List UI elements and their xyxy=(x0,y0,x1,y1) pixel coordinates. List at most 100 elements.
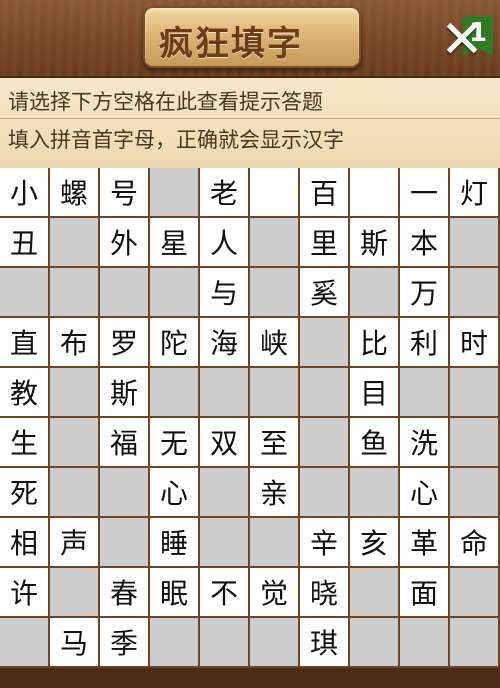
grid-cell[interactable]: 春 xyxy=(100,568,150,618)
grid-cell[interactable]: 觉 xyxy=(250,568,300,618)
grid-cell[interactable]: 小 xyxy=(0,168,50,218)
grid-cell[interactable]: 布 xyxy=(50,318,100,368)
grid-cell-blank xyxy=(300,368,350,418)
grid-cell-blank xyxy=(250,518,300,568)
grid-cell[interactable]: 马 xyxy=(50,618,100,668)
grid-cell[interactable]: 百 xyxy=(300,168,350,218)
grid-cell[interactable]: 命 xyxy=(450,518,500,568)
grid-cell[interactable]: 教 xyxy=(0,368,50,418)
grid-cell[interactable]: 亥 xyxy=(350,518,400,568)
grid-cell[interactable]: 洗 xyxy=(400,418,450,468)
grid-cell-blank xyxy=(400,368,450,418)
grid-cell-blank xyxy=(450,418,500,468)
grid-cell[interactable]: 人 xyxy=(200,218,250,268)
game-title: 疯狂填字 xyxy=(159,24,303,64)
grid-cell[interactable]: 时 xyxy=(450,318,500,368)
grid-cell-blank xyxy=(300,318,350,368)
grid-cell[interactable]: 季 xyxy=(100,618,150,668)
grid-cell[interactable]: 螺 xyxy=(50,168,100,218)
grid-cell-blank xyxy=(350,618,400,668)
grid-cell[interactable]: 星 xyxy=(150,218,200,268)
grid-cell-blank xyxy=(450,618,500,668)
grid-cell-blank xyxy=(0,618,50,668)
grid-cell-blank xyxy=(450,568,500,618)
grid-cell[interactable]: 比 xyxy=(350,318,400,368)
grid-cell[interactable]: 琪 xyxy=(300,618,350,668)
grid-cell[interactable]: 斯 xyxy=(350,218,400,268)
grid-cell-blank xyxy=(250,368,300,418)
header-bar: 疯狂填字 1 ✕ xyxy=(0,0,500,78)
grid-cell[interactable]: 眠 xyxy=(150,568,200,618)
grid-cell[interactable]: 老 xyxy=(200,168,250,218)
grid-cell[interactable] xyxy=(350,168,400,218)
grid-cell[interactable]: 直 xyxy=(0,318,50,368)
grid-cell[interactable]: 无 xyxy=(150,418,200,468)
grid-cell[interactable] xyxy=(250,168,300,218)
grid-cell[interactable]: 罗 xyxy=(100,318,150,368)
grid-cell[interactable]: 革 xyxy=(400,518,450,568)
grid-cell[interactable]: 生 xyxy=(0,418,50,468)
grid-cell[interactable]: 声 xyxy=(50,518,100,568)
grid-cell-blank xyxy=(200,618,250,668)
grid-cell-blank xyxy=(100,468,150,518)
grid-cell-blank xyxy=(200,368,250,418)
grid-cell[interactable]: 面 xyxy=(400,568,450,618)
grid-cell[interactable]: 斯 xyxy=(100,368,150,418)
grid-cell[interactable]: 睡 xyxy=(150,518,200,568)
hint-line-pinyin: 填入拼音首字母，正确就会显示汉字 xyxy=(8,128,344,152)
grid-cell-blank xyxy=(400,618,450,668)
grid-cell-blank xyxy=(450,468,500,518)
grid-cell-blank xyxy=(350,268,400,318)
crossword-grid: 小螺号老百一灯丑外星人里斯本与奚万直布罗陀海峡比利时教斯目生福无双至鱼洗死心亲心… xyxy=(0,168,500,668)
grid-cell[interactable]: 心 xyxy=(400,468,450,518)
grid-cell[interactable]: 不 xyxy=(200,568,250,618)
grid-cell[interactable]: 峡 xyxy=(250,318,300,368)
grid-cell-blank xyxy=(300,418,350,468)
grid-cell[interactable]: 万 xyxy=(400,268,450,318)
hint-panel: 请选择下方空格在此查看提示答题 填入拼音首字母，正确就会显示汉字 xyxy=(0,78,500,170)
grid-cell[interactable]: 里 xyxy=(300,218,350,268)
grid-cell[interactable]: 亲 xyxy=(250,468,300,518)
bottom-bar xyxy=(0,668,500,688)
grid-cell[interactable]: 本 xyxy=(400,218,450,268)
grid-cell[interactable]: 丑 xyxy=(0,218,50,268)
title-plate: 疯狂填字 1 xyxy=(143,6,493,68)
hint-line-select: 请选择下方空格在此查看提示答题 xyxy=(8,90,323,114)
grid-cell-blank xyxy=(50,568,100,618)
grid-cell-blank xyxy=(450,268,500,318)
grid-cell-blank xyxy=(50,218,100,268)
grid-cell[interactable]: 目 xyxy=(350,368,400,418)
grid-cell[interactable]: 相 xyxy=(0,518,50,568)
grid-cell[interactable]: 陀 xyxy=(150,318,200,368)
grid-cell[interactable]: 至 xyxy=(250,418,300,468)
grid-cell-blank xyxy=(350,468,400,518)
grid-cell-blank xyxy=(50,368,100,418)
grid-cell[interactable]: 外 xyxy=(100,218,150,268)
grid-cell[interactable]: 双 xyxy=(200,418,250,468)
grid-cell[interactable]: 奚 xyxy=(300,268,350,318)
grid-cell[interactable]: 与 xyxy=(200,268,250,318)
grid-cell-blank xyxy=(50,268,100,318)
grid-cell[interactable]: 号 xyxy=(100,168,150,218)
grid-cell-blank xyxy=(450,368,500,418)
grid-cell-blank xyxy=(50,468,100,518)
grid-cell-blank xyxy=(150,268,200,318)
grid-cell[interactable]: 鱼 xyxy=(350,418,400,468)
grid-cell-blank xyxy=(200,518,250,568)
grid-cell[interactable]: 心 xyxy=(150,468,200,518)
grid-cell[interactable]: 利 xyxy=(400,318,450,368)
grid-cell[interactable]: 灯 xyxy=(450,168,500,218)
grid-cell[interactable]: 海 xyxy=(200,318,250,368)
grid-cell-blank xyxy=(150,368,200,418)
grid-cell-blank xyxy=(100,268,150,318)
grid-cell[interactable]: 一 xyxy=(400,168,450,218)
hint-divider xyxy=(0,118,500,119)
grid-cell[interactable]: 许 xyxy=(0,568,50,618)
grid-cell[interactable]: 辛 xyxy=(300,518,350,568)
grid-cell-blank xyxy=(450,218,500,268)
grid-cell[interactable]: 福 xyxy=(100,418,150,468)
close-button[interactable]: ✕ xyxy=(438,14,486,66)
grid-cell[interactable]: 死 xyxy=(0,468,50,518)
grid-cell[interactable]: 晓 xyxy=(300,568,350,618)
grid-cell-blank xyxy=(300,468,350,518)
